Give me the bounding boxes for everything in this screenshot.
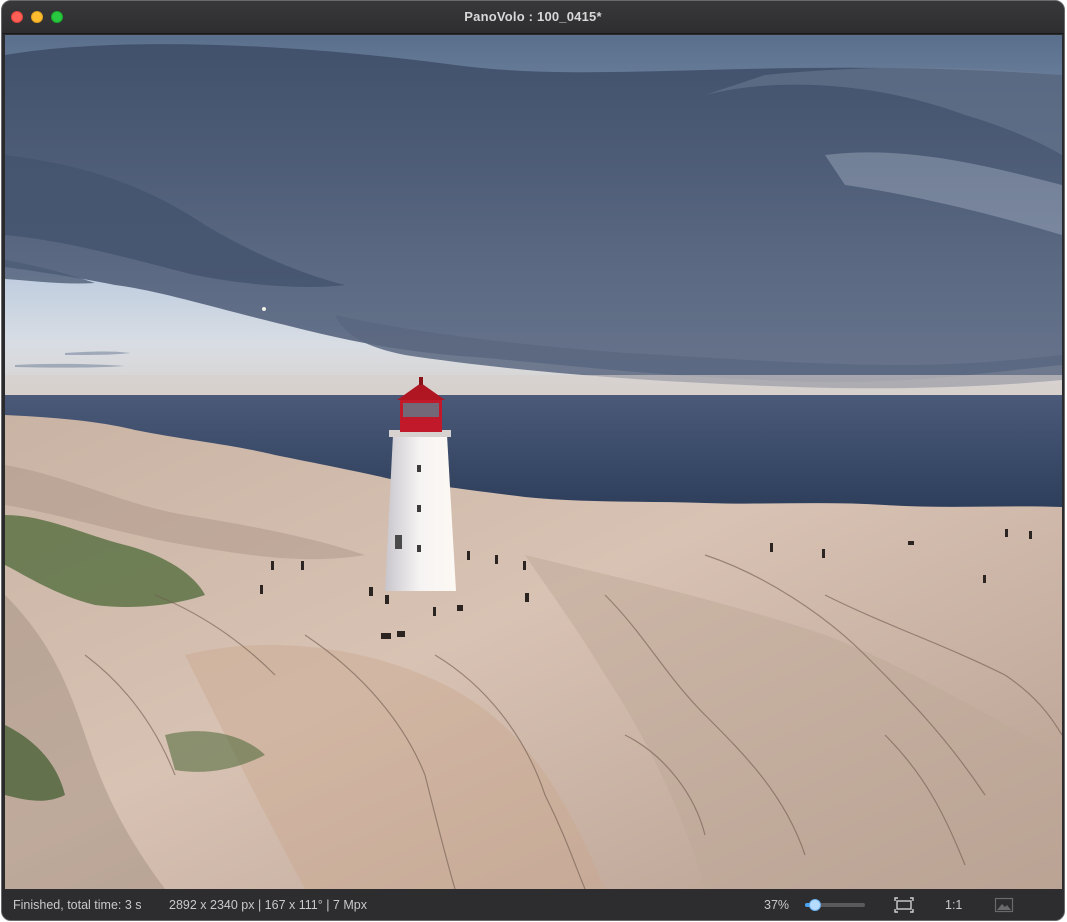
image-icon[interactable] [992, 895, 1016, 914]
panorama-image [5, 35, 1062, 889]
zoom-label: 37% [764, 898, 790, 912]
window-title: PanoVolo : 100_0415* [464, 9, 602, 24]
app-window: PanoVolo : 100_0415* Finished, total tim… [1, 0, 1065, 921]
title-bar[interactable]: PanoVolo : 100_0415* [2, 1, 1064, 34]
fit-to-window-icon[interactable] [893, 895, 915, 914]
panorama-canvas[interactable] [5, 35, 1062, 889]
status-message: Finished, total time: 3 s [13, 898, 142, 912]
zoom-slider[interactable] [805, 899, 865, 911]
status-bar: Finished, total time: 3 s 2892 x 2340 px… [2, 889, 1064, 920]
zoom-slider-thumb[interactable] [809, 899, 821, 911]
one-to-one-button[interactable]: 1:1 [945, 898, 962, 912]
image-info: 2892 x 2340 px | 167 x 111° | 7 Mpx [169, 898, 367, 912]
